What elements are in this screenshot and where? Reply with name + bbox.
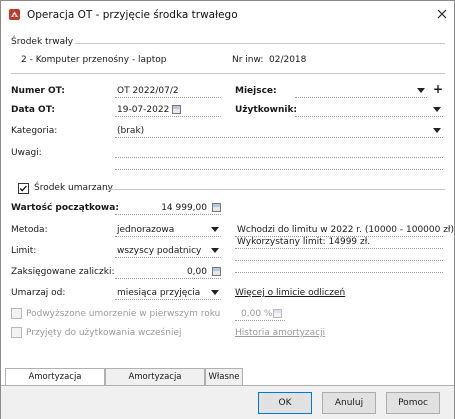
limit-info-line-2: Wykorzystany limit: 14999 zł. xyxy=(237,237,371,247)
add-miejsce-icon[interactable]: + xyxy=(433,82,443,96)
calculator-icon[interactable] xyxy=(212,203,221,212)
wartosc-input[interactable]: 14 999,00 xyxy=(115,203,207,213)
umarzaj-dropdown-icon[interactable] xyxy=(211,290,219,295)
cancel-button[interactable]: Anuluj xyxy=(322,392,376,414)
button-bar: OK Anuluj Pomoc xyxy=(1,385,454,419)
percent-underline xyxy=(235,320,285,321)
calculator-icon[interactable] xyxy=(212,267,221,276)
limit-select[interactable]: wszyscy podatnicy xyxy=(117,246,201,256)
limit-info-link[interactable]: Więcej o limicie odliczeń xyxy=(235,288,345,298)
podwyzszone-percent[interactable]: 0,00 % xyxy=(241,309,272,319)
wartosc-label: Wartość początkowa: xyxy=(11,203,119,213)
kategoria-label: Kategoria: xyxy=(11,126,58,136)
tab-amortyzacja-bilansowa[interactable]: Amortyzacja bilansowa xyxy=(105,368,205,398)
dialog-window: Operacja OT - przyjęcie środka trwałego … xyxy=(0,0,455,419)
uzytkownik-underline xyxy=(295,116,443,117)
limit-info-line-1: Wchodzi do limitu w 2022 r. (10000 - 100… xyxy=(237,225,455,235)
podwyzszone-label: Podwyższone umorzenie w pierwszym roku xyxy=(26,309,221,319)
umarzaj-select[interactable]: miesiąca przyjęcia xyxy=(117,288,200,298)
uzytkownik-label: Użytkownik: xyxy=(235,105,298,115)
wartosc-underline xyxy=(115,214,221,215)
limit-label: Limit: xyxy=(11,246,37,256)
przyjety-label: Przyjęty do użytkowania wcześniej xyxy=(26,328,182,338)
numer-ot-underline xyxy=(115,97,221,98)
info-underline xyxy=(235,260,443,261)
section-divider xyxy=(75,43,445,44)
calendar-icon[interactable] xyxy=(172,105,181,114)
zaksiegowane-label: Zaksięgowane zaliczki: xyxy=(11,267,115,277)
calculator-icon[interactable] xyxy=(273,309,282,318)
numer-ot-input[interactable]: OT 2022/07/2 xyxy=(117,86,179,96)
asset-name: 2 - Komputer przenośny - laptop xyxy=(21,55,167,65)
data-ot-label: Data OT: xyxy=(11,105,55,115)
help-button[interactable]: Pomoc xyxy=(386,392,440,414)
uwagi-line-2[interactable] xyxy=(115,169,443,170)
uzytkownik-dropdown-icon[interactable] xyxy=(433,107,441,112)
title-bar: Operacja OT - przyjęcie środka trwałego xyxy=(1,1,454,28)
app-icon xyxy=(9,9,20,20)
limit-dropdown-icon[interactable] xyxy=(211,248,219,253)
inv-value: 02/2018 xyxy=(269,55,307,65)
kategoria-dropdown-icon[interactable] xyxy=(433,128,441,133)
section-divider xyxy=(11,73,445,74)
kategoria-underline xyxy=(115,137,443,138)
info-underline xyxy=(235,248,443,249)
info-underline xyxy=(235,272,443,273)
metoda-underline xyxy=(115,236,221,237)
historia-link[interactable]: Historia amortyzacji xyxy=(235,328,325,338)
miejsce-underline xyxy=(295,97,427,98)
asset-section-label: Środek trwały xyxy=(11,37,74,47)
metoda-select[interactable]: jednorazowa xyxy=(117,225,174,235)
zaksiegowane-underline xyxy=(115,278,221,279)
limit-underline xyxy=(115,257,221,258)
zaksiegowane-input[interactable]: 0,00 xyxy=(115,267,207,277)
metoda-dropdown-icon[interactable] xyxy=(211,227,219,232)
srodek-umarzany-checkbox[interactable] xyxy=(18,183,29,194)
uwagi-line-1[interactable] xyxy=(115,157,443,158)
section-divider xyxy=(107,189,445,190)
srodek-umarzany-label: Środek umarzany xyxy=(34,183,114,193)
tab-bar: Amortyzacja podatkowa Amortyzacja bilans… xyxy=(1,368,454,398)
podwyzszone-checkbox[interactable] xyxy=(11,308,22,319)
data-ot-input[interactable]: 19-07-2022 xyxy=(117,105,169,115)
uwagi-label: Uwagi: xyxy=(11,148,42,158)
przyjety-checkbox[interactable] xyxy=(11,327,22,338)
miejsce-dropdown-icon[interactable] xyxy=(417,88,425,93)
umarzaj-label: Umarzaj od: xyxy=(11,288,66,298)
numer-ot-label: Numer OT: xyxy=(11,86,65,96)
miejsce-label: Miejsce: xyxy=(235,86,277,96)
window-title: Operacja OT - przyjęcie środka trwałego xyxy=(27,9,238,21)
tab-wlasne[interactable]: Własne xyxy=(205,368,243,386)
metoda-label: Metoda: xyxy=(11,225,48,235)
checkmark-icon xyxy=(19,185,27,192)
inv-label: Nr inw: xyxy=(232,55,264,65)
kategoria-select[interactable]: (brak) xyxy=(117,126,144,136)
umarzaj-underline xyxy=(115,299,221,300)
data-ot-underline xyxy=(115,116,221,117)
ok-button[interactable]: OK xyxy=(258,392,312,414)
close-icon[interactable] xyxy=(434,6,450,22)
